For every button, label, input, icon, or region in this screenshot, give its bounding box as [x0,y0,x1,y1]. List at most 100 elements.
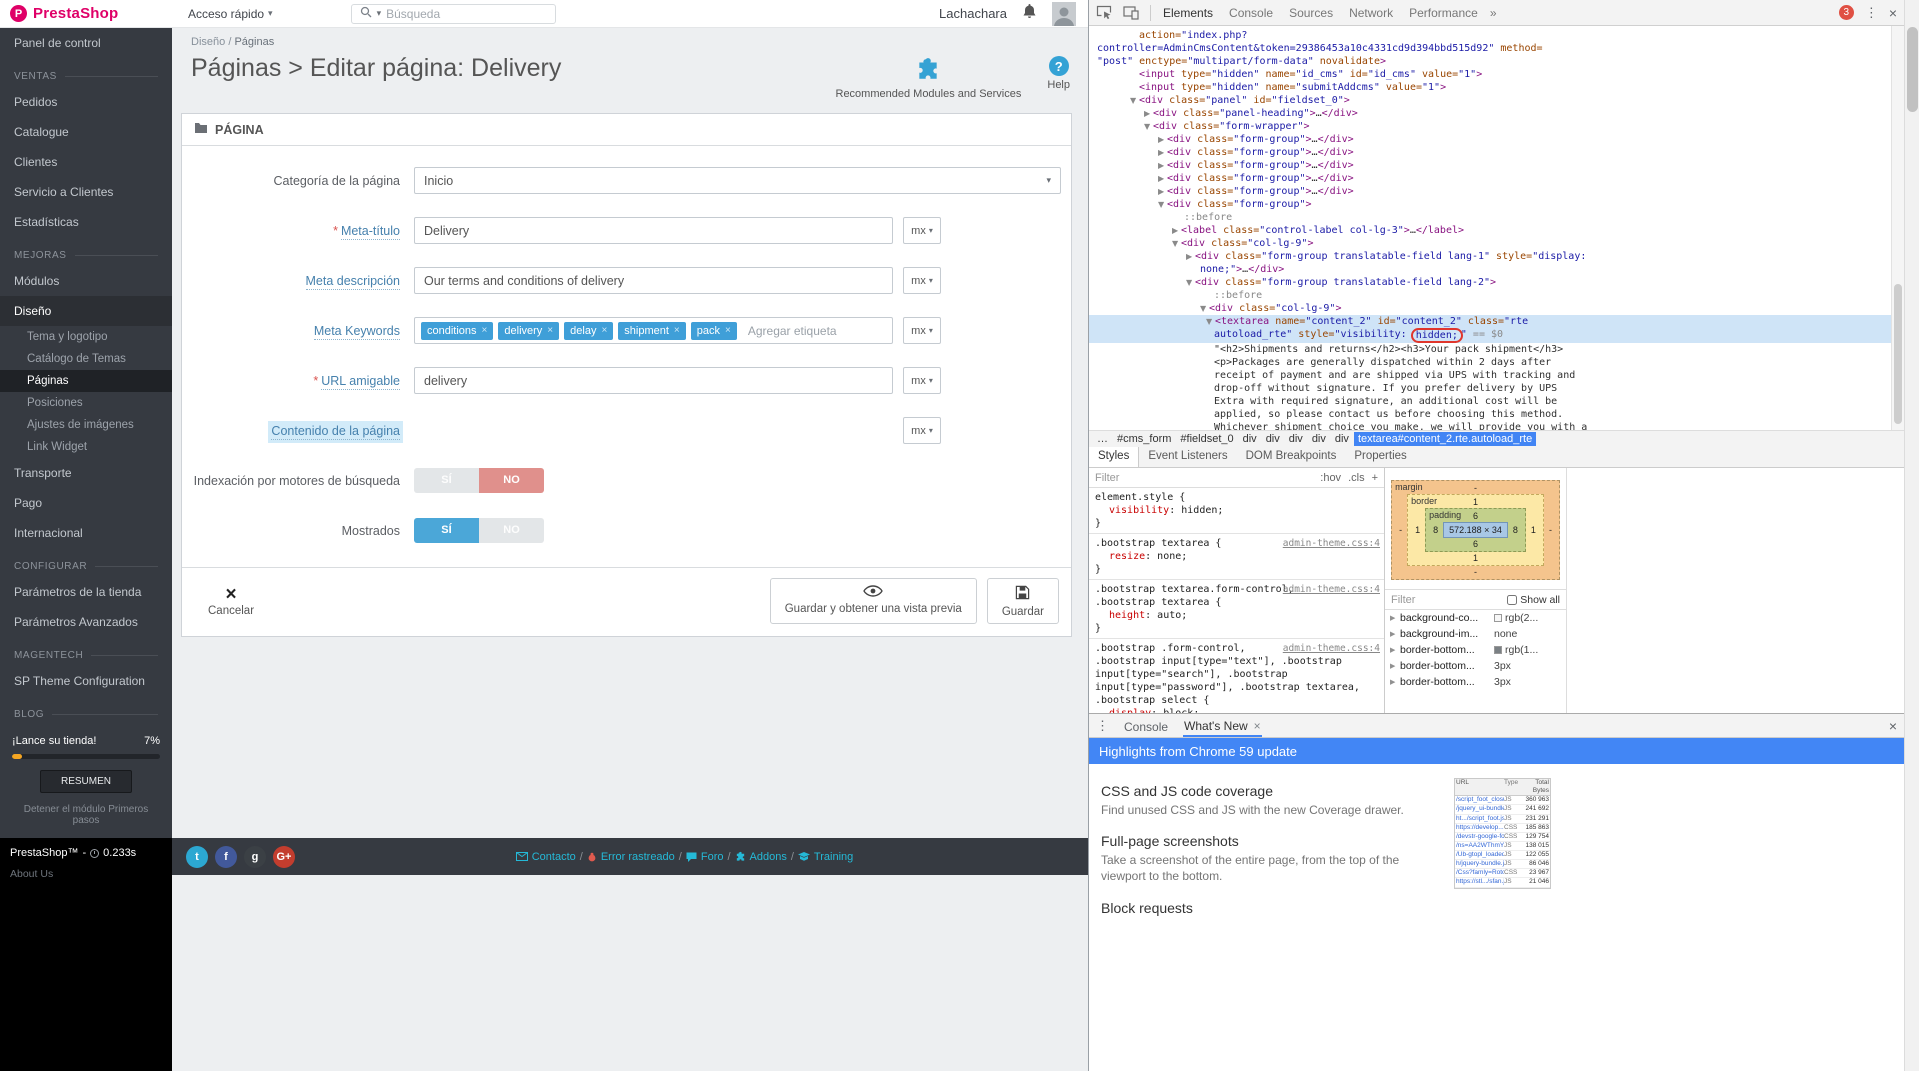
styles-tab-dom-breakpoints[interactable]: DOM Breakpoints [1237,447,1346,467]
breadcrumb-node[interactable]: div [1308,432,1330,446]
dom-tree-line[interactable]: action="index.php? [1089,29,1904,42]
elements-scrollbar-thumb[interactable] [1894,284,1902,424]
meta-keywords-input[interactable]: conditions × delivery × delay × shipment × pack ×… [414,317,893,344]
dom-tree-line[interactable]: ▼ <textarea name="content_2" id="content_… [1089,315,1904,328]
breadcrumb-node-selected[interactable]: textarea#content_2.rte.autoload_rte [1353,432,1537,446]
stylesheet-link[interactable]: admin-theme.css:4 [1283,537,1380,550]
close-tab-icon[interactable]: × [1254,719,1261,733]
cancel-button[interactable]: × Cancelar [208,585,254,617]
dom-tree-line[interactable]: autoload_rte" style="visibility: hidden;… [1089,328,1904,343]
page-content-language-button[interactable]: mx ▾ [903,417,941,444]
sidebar-item-modulos[interactable]: Módulos [0,266,172,296]
breadcrumb-node[interactable]: div [1285,432,1307,446]
dom-tree-line[interactable]: ▶ <div class="panel-heading">…</div> [1089,107,1904,120]
more-tabs-chevron[interactable]: » [1490,6,1497,20]
dom-tree-line[interactable]: ▼ <div class="form-group"> [1089,198,1904,211]
meta-keywords-language-button[interactable]: mx ▾ [903,317,941,344]
dom-tree-line[interactable]: ▼ <div class="col-lg-9"> [1089,237,1904,250]
quick-access-menu[interactable]: Acceso rápido ▾ [188,7,273,21]
remove-tag-icon[interactable]: × [674,325,680,336]
dom-tree-line[interactable]: "post" enctype="multipart/form-data" nov… [1089,55,1904,68]
sidebar-item-sp-theme-configuration[interactable]: SP Theme Configuration [0,666,172,696]
footer-link-foro[interactable]: Foro [686,851,723,863]
save-and-preview-button[interactable]: Guardar y obtener una vista previa [769,578,977,624]
dom-tree-line[interactable]: ::before [1089,211,1904,224]
devtools-tab-performance[interactable]: Performance [1408,1,1479,25]
footer-link-addons[interactable]: Addons [735,851,787,863]
breadcrumb-node[interactable]: div [1262,432,1284,446]
drawer-tab-console[interactable]: Console [1123,716,1169,736]
styles-toggle-+[interactable]: + [1372,472,1378,484]
sidebar-item-estadisticas[interactable]: Estadísticas [0,207,172,237]
remove-tag-icon[interactable]: × [547,325,553,336]
footer-link-training[interactable]: Training [797,851,853,863]
dom-tree-line[interactable]: ▶ <div class="form-group">…</div> [1089,159,1904,172]
dom-tree-line[interactable]: ▼ <div class="col-lg-9"> [1089,302,1904,315]
elements-scrollbar[interactable] [1891,26,1904,430]
dom-tree-line[interactable]: ▼ <div class="form-group translatable-fie… [1089,276,1904,289]
meta-description-language-button[interactable]: mx ▾ [903,267,941,294]
box-model-content[interactable]: 572.188 × 34 [1443,522,1508,538]
employee-avatar[interactable] [1052,1,1076,26]
dom-tree-line[interactable]: none;">…</div> [1089,263,1904,276]
dom-tree-line[interactable]: ▶ <div class="form-group">…</div> [1089,172,1904,185]
search-indexing-option-no[interactable]: NO [479,468,544,493]
footer-link-contacto[interactable]: Contacto [515,851,576,863]
box-model-margin[interactable]: margin - - border 1 1 padding 6 8 572.18… [1391,480,1560,580]
styles-tab-styles[interactable]: Styles [1089,447,1140,467]
help-button[interactable]: ? Help [1047,56,1070,91]
displayed-option-si[interactable]: SÍ [414,518,479,543]
sidebar-item-parametros-de-la-tienda[interactable]: Parámetros de la tienda [0,577,172,607]
dom-tree-line[interactable]: ▶ <div class="form-group">…</div> [1089,133,1904,146]
inspect-element-icon[interactable] [1096,5,1112,20]
sidebar-subitem-ajustes-de-imagenes[interactable]: Ajustes de imágenes [0,414,172,436]
styles-tab-properties[interactable]: Properties [1345,447,1415,467]
sidebar-item-servicio-a-clientes[interactable]: Servicio a Clientes [0,177,172,207]
dom-tree-line[interactable]: ▶ <div class="form-group">…</div> [1089,185,1904,198]
sidebar-subitem-catalogo-de-temas[interactable]: Catálogo de Temas [0,348,172,370]
dom-tree-line[interactable]: controller=AdminCmsContent&token=2938645… [1089,42,1904,55]
breadcrumb-node[interactable]: #fieldset_0 [1176,432,1237,446]
google-plus-icon[interactable]: G+ [273,845,295,868]
dom-tree-line[interactable]: applied, so please contact us before cho… [1089,408,1904,421]
employee-name[interactable]: Lachachara [939,6,1007,21]
computed-filter-input[interactable]: Filter [1391,594,1415,606]
styles-toggle-cls[interactable]: .cls [1348,472,1365,484]
dom-tree-line[interactable]: ::before [1089,289,1904,302]
search-indexing-option-si[interactable]: SÍ [414,468,479,493]
recommended-modules-button[interactable]: Recommended Modules and Services [836,56,1021,100]
computed-property-row[interactable]: ▶ border-bottom... 3px [1385,658,1566,674]
notifications-bell-icon[interactable] [1022,3,1037,24]
error-count-badge[interactable]: 3 [1838,5,1854,20]
sidebar-item-panel-de-control[interactable]: Panel de control [0,28,172,58]
prestashop-logo[interactable]: P PrestaShop [0,5,172,22]
devtools-close-icon[interactable]: × [1889,5,1897,21]
style-rule[interactable]: admin-theme.css:4 .bootstrap .form-contro… [1089,639,1384,713]
dom-tree-line[interactable]: receipt of payment and are shipped via U… [1089,369,1904,382]
style-rule[interactable]: admin-theme.css:4 .bootstrap textarea.for… [1089,580,1384,639]
devtools-tab-console[interactable]: Console [1228,1,1274,25]
remove-tag-icon[interactable]: × [482,325,488,336]
style-rule[interactable]: admin-theme.css:4 .bootstrap textarea {re… [1089,534,1384,580]
breadcrumb-node[interactable]: div [1331,432,1353,446]
devtools-menu-icon[interactable]: ⋮ [1865,5,1878,21]
search-scope-chevron-icon[interactable]: ▾ [377,8,382,19]
breadcrumb-node[interactable]: #cms_form [1113,432,1175,446]
devtools-tab-elements[interactable]: Elements [1162,1,1214,25]
drawer-menu-icon[interactable]: ⋮ [1096,718,1109,734]
dom-tree-line[interactable]: <input type="hidden" name="submitAddcms"… [1089,81,1904,94]
show-all-checkbox[interactable] [1507,594,1518,605]
sidebar-item-pago[interactable]: Pago [0,488,172,518]
dom-tree-line[interactable]: ▶ <div class="form-group translatable-fie… [1089,250,1904,263]
box-model-padding[interactable]: padding 6 8 572.188 × 34 8 6 [1425,508,1526,552]
search-input[interactable] [386,6,547,21]
styles-tab-event-listeners[interactable]: Event Listeners [1139,447,1236,467]
meta-title-input[interactable] [414,217,893,244]
remove-tag-icon[interactable]: × [725,325,731,336]
sidebar-item-internacional[interactable]: Internacional [0,518,172,548]
breadcrumb-node[interactable]: div [1239,432,1261,446]
drawer-close-icon[interactable]: × [1889,718,1897,734]
about-us-link[interactable]: About Us [10,868,162,880]
remove-tag-icon[interactable]: × [601,325,607,336]
sidebar-item-catalogue[interactable]: Catalogue [0,117,172,147]
